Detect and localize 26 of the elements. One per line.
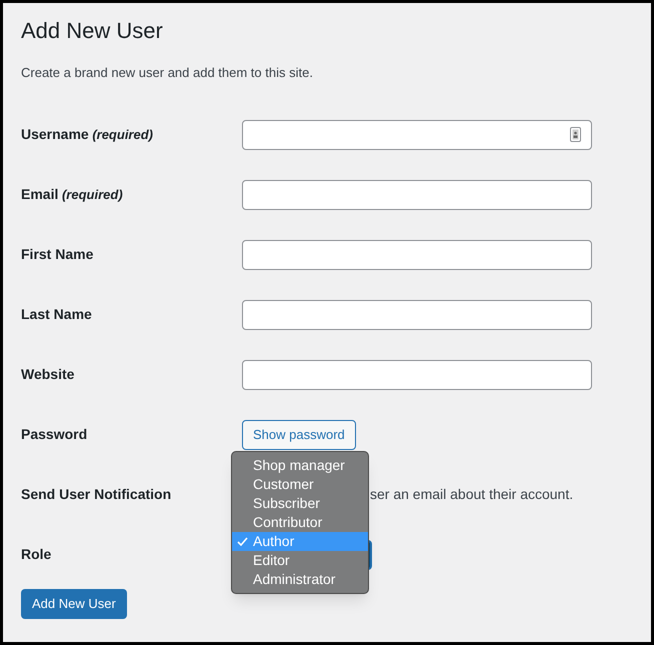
text-field[interactable] — [242, 360, 592, 390]
page-description: Create a brand new user and add them to this site. — [21, 64, 314, 82]
checkmark-icon — [237, 537, 248, 546]
text-field[interactable] — [242, 180, 592, 210]
field-label: Email (required) — [21, 186, 123, 202]
field-label: Password — [21, 426, 88, 442]
field-label: Last Name — [21, 306, 92, 322]
role-option[interactable]: Subscriber — [232, 494, 368, 513]
role-option[interactable]: Author — [232, 532, 368, 551]
role-option[interactable]: Editor — [232, 551, 368, 570]
field-label: First Name — [21, 246, 94, 262]
field-label: Username (required) — [21, 126, 153, 142]
show-password-button[interactable]: Show password — [242, 420, 356, 450]
role-option[interactable]: Contributor — [232, 513, 368, 532]
page-title: Add New User — [21, 17, 164, 45]
notification-text: ser an email about their account. — [370, 485, 574, 504]
text-field[interactable] — [242, 240, 592, 270]
field-label: Send User Notification — [21, 486, 172, 502]
text-field[interactable] — [242, 300, 592, 330]
add-new-user-button[interactable]: Add New User — [21, 588, 127, 618]
field-label: Website — [21, 366, 74, 382]
role-option[interactable]: Administrator — [232, 570, 368, 589]
field-label: Role — [21, 546, 52, 562]
role-option[interactable]: Customer — [232, 475, 368, 494]
role-option[interactable]: Shop manager — [232, 456, 368, 475]
text-field[interactable] — [242, 120, 592, 150]
